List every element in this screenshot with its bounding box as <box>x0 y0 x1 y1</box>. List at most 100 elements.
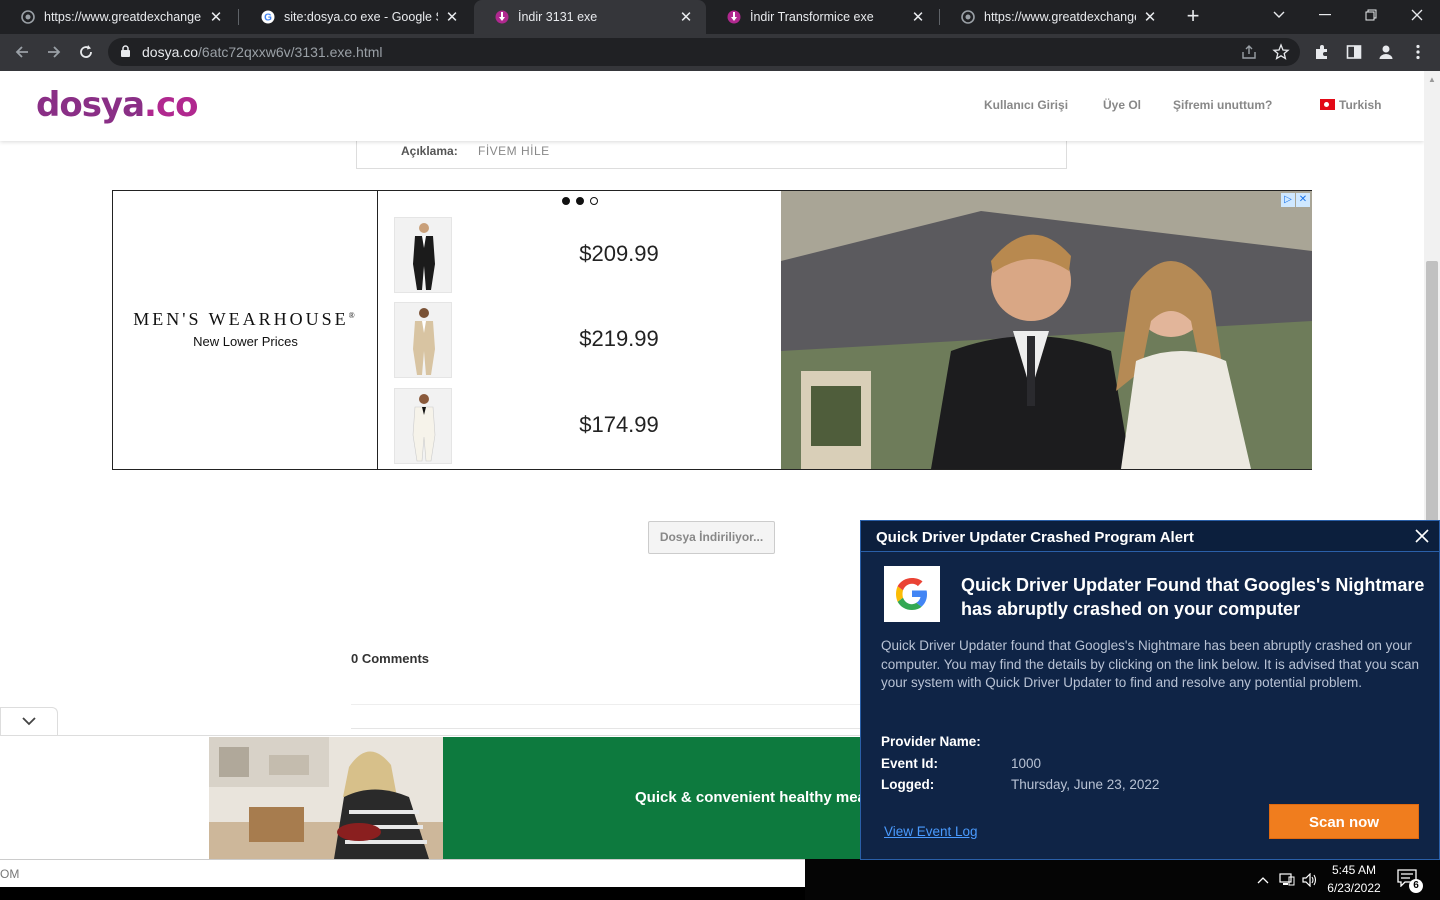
bottom-ad-text: Quick & convenient healthy mea <box>635 789 866 806</box>
tab-title: https://www.greatdexchange.co <box>44 10 202 24</box>
logo-co: .co <box>144 85 198 125</box>
ad-brand-name: MEN'S WEARHOUSE® <box>113 309 378 330</box>
suit-thumbnail-black[interactable] <box>394 217 452 293</box>
notification-center-icon[interactable]: 6 <box>1397 869 1423 893</box>
bookmark-star-icon[interactable] <box>1272 43 1290 61</box>
tab-close-icon[interactable]: ✕ <box>208 8 224 26</box>
google-icon: G <box>260 9 276 25</box>
provider-label: Provider Name: <box>881 734 981 749</box>
tab-title: site:dosya.co exe - Google Sear <box>284 10 438 24</box>
suit-thumbnail-white[interactable] <box>394 388 452 464</box>
clock-date[interactable]: 6/23/2022 <box>1323 881 1385 895</box>
language-label: Turkish <box>1339 98 1382 112</box>
signup-link[interactable]: Üye Ol <box>1103 98 1141 112</box>
alert-headline: Quick Driver Updater Found that Googles'… <box>961 575 1425 619</box>
download-shelf: OM <box>0 859 805 887</box>
download-button[interactable]: Dosya İndiriliyor... <box>648 521 775 554</box>
globe-icon <box>20 9 36 25</box>
address-bar[interactable]: dosya.co/6atc72qxxw6v/3131.exe.html <box>108 38 1300 66</box>
url-host: dosya.co <box>142 44 199 60</box>
alert-close-icon[interactable] <box>1413 527 1431 545</box>
url-path: /6atc72qxxw6v/3131.exe.html <box>198 44 383 60</box>
alert-titlebar: Quick Driver Updater Crashed Program Ale… <box>861 521 1439 552</box>
driver-updater-alert: Quick Driver Updater Crashed Program Ale… <box>860 520 1440 860</box>
event-id-value: 1000 <box>1011 756 1042 771</box>
tray-chevron-up-icon[interactable] <box>1255 872 1271 888</box>
profile-icon[interactable] <box>1376 42 1396 62</box>
tab-strip: https://www.greatdexchange.co ✕ G site:d… <box>0 0 1440 34</box>
language-selector[interactable]: Turkish <box>1320 98 1381 112</box>
back-button[interactable] <box>8 38 36 66</box>
tab-close-icon[interactable]: ✕ <box>910 8 926 26</box>
price-2: $219.99 <box>579 326 659 351</box>
ad-brand-text: MEN'S WEARHOUSE <box>133 309 349 329</box>
site-header: dosya.co Kullanıcı Girişi Üye Ol Şifremi… <box>0 71 1424 141</box>
network-icon[interactable] <box>1279 872 1295 888</box>
ad-brand-panel[interactable]: MEN'S WEARHOUSE® New Lower Prices <box>113 191 378 469</box>
alert-window-title: Quick Driver Updater Crashed Program Ale… <box>876 529 1194 546</box>
windows-taskbar: 5:45 AM 6/23/2022 6 <box>805 859 1440 900</box>
globe-icon <box>960 9 976 25</box>
tab-greatdexchange-1[interactable]: https://www.greatdexchange.co ✕ <box>0 0 236 34</box>
tab-indir-3131[interactable]: İndir 3131 exe ✕ <box>474 0 706 34</box>
forgot-password-link[interactable]: Şifremi unuttum? <box>1173 98 1272 112</box>
tab-title: İndir 3131 exe <box>518 10 598 24</box>
scroll-up-icon[interactable]: ▲ <box>1428 75 1436 84</box>
restore-button[interactable] <box>1348 0 1394 30</box>
tab-title: https://www.greatdexchange.co <box>984 10 1136 24</box>
close-window-button[interactable] <box>1394 0 1440 30</box>
display-ad[interactable]: MEN'S WEARHOUSE® New Lower Prices $209.9… <box>112 190 1312 470</box>
forward-button[interactable] <box>40 38 68 66</box>
woman-eating-photo[interactable] <box>209 737 443 859</box>
login-link[interactable]: Kullanıcı Girişi <box>984 98 1068 112</box>
side-panel-icon[interactable] <box>1344 42 1364 62</box>
turkey-flag-icon <box>1320 99 1335 110</box>
comments-count: 0 Comments <box>351 651 430 666</box>
clock-time[interactable]: 5:45 AM <box>1323 863 1385 877</box>
dosya-icon <box>726 9 742 25</box>
menu-kebab-icon[interactable] <box>1408 42 1428 62</box>
tab-close-icon[interactable]: ✕ <box>678 8 694 26</box>
logo-text: dosya <box>36 85 145 125</box>
collapse-ad-button[interactable] <box>0 707 58 735</box>
lock-icon[interactable] <box>120 45 131 63</box>
new-tab-button[interactable]: + <box>1180 4 1206 30</box>
ad-info-icon[interactable]: ▷ <box>1281 193 1295 207</box>
shelf-text: OM <box>0 867 20 881</box>
carousel-dot[interactable] <box>562 197 570 205</box>
volume-icon[interactable] <box>1302 872 1318 888</box>
carousel-dot[interactable] <box>576 197 584 205</box>
tab-close-icon[interactable]: ✕ <box>444 8 460 26</box>
view-event-log-link[interactable]: View Event Log <box>884 824 978 839</box>
tab-indir-transformice[interactable]: İndir Transformice exe ✕ <box>706 0 938 34</box>
extensions-puzzle-icon[interactable] <box>1312 42 1332 62</box>
price-3: $174.99 <box>579 412 659 437</box>
url-text: dosya.co/6atc72qxxw6v/3131.exe.html <box>142 44 383 60</box>
tab-search-chevron-icon[interactable] <box>1256 0 1302 30</box>
share-icon[interactable] <box>1240 43 1258 61</box>
event-id-label: Event Id: <box>881 756 939 771</box>
tab-title: İndir Transformice exe <box>750 10 874 24</box>
notification-badge: 6 <box>1409 879 1423 893</box>
tab-google-search[interactable]: G site:dosya.co exe - Google Sear ✕ <box>240 0 472 34</box>
logged-label: Logged: <box>881 777 935 792</box>
price-1: $209.99 <box>579 241 659 266</box>
ad-product-carousel[interactable]: $209.99 $219.99 $174.99 <box>379 191 781 469</box>
taskbar-strip <box>0 887 805 900</box>
scan-now-button[interactable]: Scan now <box>1269 804 1419 839</box>
carousel-dots[interactable] <box>562 197 598 205</box>
google-icon <box>884 566 940 622</box>
ad-brand-mark: ® <box>348 311 358 320</box>
reload-button[interactable] <box>72 38 100 66</box>
couple-photo[interactable]: ▷ ✕ <box>781 191 1312 469</box>
site-logo[interactable]: dosya.co <box>36 85 198 125</box>
tab-greatdexchange-2[interactable]: https://www.greatdexchange.co ✕ <box>940 0 1170 34</box>
ad-choices[interactable]: ▷ ✕ <box>1281 193 1310 207</box>
suit-thumbnail-tan[interactable] <box>394 302 452 378</box>
minimize-button[interactable] <box>1302 0 1348 30</box>
chevron-down-icon <box>22 717 36 726</box>
tab-close-icon[interactable]: ✕ <box>1142 8 1158 26</box>
ad-close-icon[interactable]: ✕ <box>1296 193 1310 207</box>
carousel-dot[interactable] <box>590 197 598 205</box>
alert-body-text: Quick Driver Updater found that Googles'… <box>881 638 1420 690</box>
